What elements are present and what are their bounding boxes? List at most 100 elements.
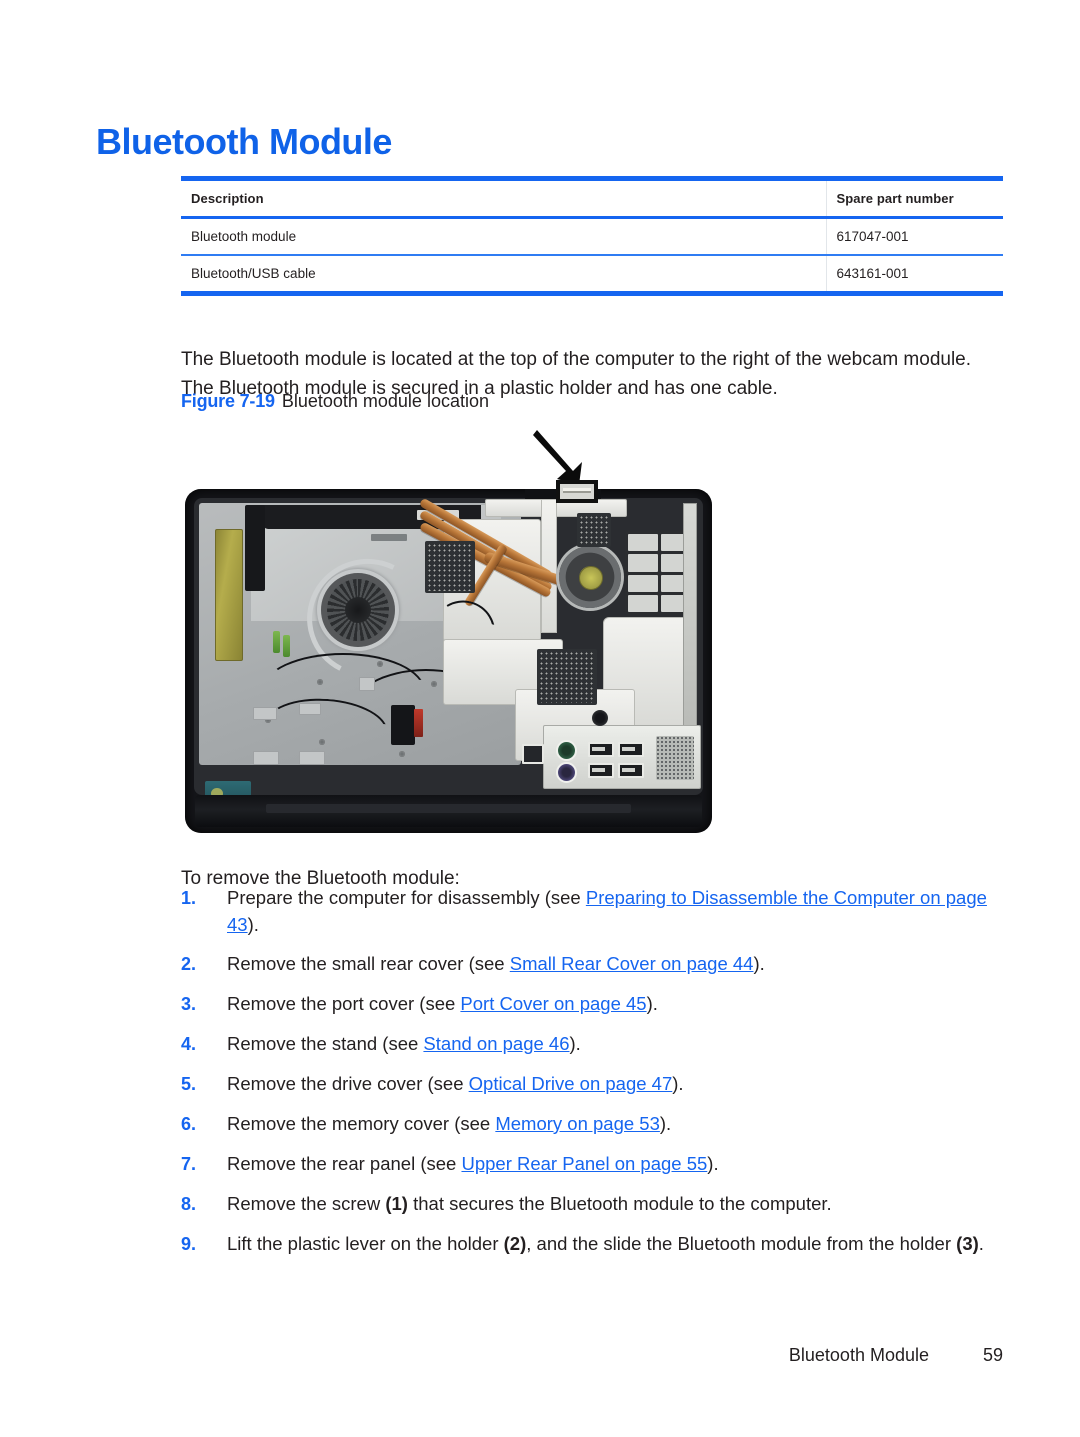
plate-pad xyxy=(299,751,325,765)
step-text-suffix: ). xyxy=(247,914,259,935)
step-text-suffix: ). xyxy=(659,1113,672,1134)
step-text-prefix: Remove the memory cover (see xyxy=(227,1113,496,1134)
callout-reference: (2) xyxy=(503,1233,527,1254)
procedure-steps-list: 1. Prepare the computer for disassembly … xyxy=(181,884,996,1270)
step-text-suffix: ). xyxy=(672,1073,684,1094)
io-port-panel xyxy=(522,710,701,789)
usb-port xyxy=(588,742,614,757)
step-number: 6. xyxy=(181,1114,197,1134)
audio-out-jack xyxy=(556,740,577,761)
step-text: Remove the stand (see Stand on page 46). xyxy=(227,1030,996,1057)
figure-caption: Figure 7-19 Bluetooth module location xyxy=(181,391,489,412)
step-text: Remove the port cover (see Port Cover on… xyxy=(227,990,996,1017)
step-text-prefix: Remove the drive cover (see xyxy=(227,1073,469,1094)
cross-reference-link[interactable]: Optical Drive on page 47 xyxy=(469,1073,673,1094)
table-row: Bluetooth module 617047-001 xyxy=(181,217,1003,256)
chassis-bottom-rail xyxy=(195,795,702,827)
cross-reference-link[interactable]: Stand on page 46 xyxy=(423,1033,569,1054)
document-page: Bluetooth Module Description Spare part … xyxy=(0,0,1080,1437)
cell-spare-part-number: 643161-001 xyxy=(825,255,1003,296)
step-text-mid: , and the slide the Bluetooth module fro… xyxy=(526,1233,957,1254)
step-text-suffix: . xyxy=(978,1233,984,1254)
step-text-prefix: Remove the small rear cover (see xyxy=(227,953,510,974)
screw-hole xyxy=(319,739,325,745)
screw-hole xyxy=(317,679,323,685)
list-item: 1. Prepare the computer for disassembly … xyxy=(181,884,996,938)
plate-pad xyxy=(253,751,279,765)
page-footer: Bluetooth Module 59 xyxy=(0,1345,1003,1366)
step-text-suffix: ). xyxy=(646,993,658,1014)
cell-spare-part-number: 617047-001 xyxy=(825,217,1003,256)
figure-image-bluetooth-module-location xyxy=(185,430,712,833)
spare-parts-table: Description Spare part number Bluetooth … xyxy=(181,176,1003,296)
step-text: Remove the small rear cover (see Small R… xyxy=(227,950,996,977)
step-number: 3. xyxy=(181,994,197,1014)
step-number: 5. xyxy=(181,1074,197,1094)
secondary-fan-hub xyxy=(579,566,603,590)
list-item: 6. Remove the memory cover (see Memory o… xyxy=(181,1110,996,1138)
table-header-row: Description Spare part number xyxy=(181,176,1003,219)
cell-description: Bluetooth/USB cable xyxy=(181,255,826,296)
plate-pad xyxy=(359,677,375,691)
step-text-mid: that secures the Bluetooth module to the… xyxy=(407,1193,832,1214)
step-text-suffix: ). xyxy=(707,1153,719,1174)
step-number: 2. xyxy=(181,954,197,974)
circuit-board xyxy=(577,513,611,547)
yellow-cell-component xyxy=(215,529,243,661)
circuit-board xyxy=(537,649,597,705)
step-text-prefix: Prepare the computer for disassembly (se… xyxy=(227,887,586,908)
step-text: Prepare the computer for disassembly (se… xyxy=(227,884,996,938)
footer-section-title: Bluetooth Module xyxy=(788,1345,929,1365)
list-item: 7. Remove the rear panel (see Upper Rear… xyxy=(181,1150,996,1178)
list-item: 3. Remove the port cover (see Port Cover… xyxy=(181,990,996,1018)
callout-reference: (1) xyxy=(385,1193,408,1214)
cell-description: Bluetooth module xyxy=(181,217,826,256)
secondary-cooling-fan xyxy=(559,546,621,608)
round-port xyxy=(592,710,608,726)
step-number: 1. xyxy=(181,888,197,908)
callout-reference: (3) xyxy=(956,1233,979,1254)
step-text-prefix: Remove the stand (see xyxy=(227,1033,424,1054)
green-capacitor xyxy=(273,631,280,653)
figure-label: Figure 7-19 xyxy=(181,391,275,411)
audio-in-jack xyxy=(556,762,577,783)
step-text-prefix: Remove the rear panel (see xyxy=(227,1153,462,1174)
step-number: 7. xyxy=(181,1154,197,1174)
step-text: Remove the memory cover (see Memory on p… xyxy=(227,1110,996,1137)
plate-label xyxy=(371,534,407,541)
column-header-description: Description xyxy=(181,176,826,219)
list-item: 4. Remove the stand (see Stand on page 4… xyxy=(181,1030,996,1058)
screw-hole xyxy=(431,681,437,687)
step-text: Remove the drive cover (see Optical Driv… xyxy=(227,1070,996,1097)
speaker-grille xyxy=(656,736,694,780)
plate-pad xyxy=(299,703,321,715)
cross-reference-link[interactable]: Small Rear Cover on page 44 xyxy=(510,953,754,974)
cross-reference-link[interactable]: Upper Rear Panel on page 55 xyxy=(461,1153,707,1174)
list-item: 2. Remove the small rear cover (see Smal… xyxy=(181,950,996,978)
column-header-spare-part-number: Spare part number xyxy=(825,176,1003,219)
screw-hole xyxy=(377,661,383,667)
step-text: Lift the plastic lever on the holder (2)… xyxy=(227,1230,996,1257)
list-item: 9. Lift the plastic lever on the holder … xyxy=(181,1230,996,1258)
usb-port xyxy=(618,742,644,757)
list-item: 5. Remove the drive cover (see Optical D… xyxy=(181,1070,996,1098)
power-connector xyxy=(391,705,423,745)
step-text-suffix: ). xyxy=(569,1033,581,1054)
usb-port xyxy=(588,763,614,778)
step-text: Remove the rear panel (see Upper Rear Pa… xyxy=(227,1150,996,1177)
plate-pad xyxy=(253,707,277,720)
ethernet-port xyxy=(522,744,544,764)
cross-reference-link[interactable]: Memory on page 53 xyxy=(495,1113,660,1134)
left-dark-panel xyxy=(245,505,265,591)
usb-port xyxy=(618,763,644,778)
cross-reference-link[interactable]: Port Cover on page 45 xyxy=(460,993,646,1014)
computer-chassis xyxy=(185,489,712,833)
bluetooth-module-highlight-box xyxy=(556,480,598,503)
step-number: 9. xyxy=(181,1234,197,1254)
screw-hole xyxy=(399,751,405,757)
step-number: 4. xyxy=(181,1034,197,1054)
step-text-prefix: Remove the port cover (see xyxy=(227,993,461,1014)
figure-description: Bluetooth module location xyxy=(281,391,489,411)
step-text-suffix: ). xyxy=(753,953,765,974)
step-text: Remove the screw (1) that secures the Bl… xyxy=(227,1190,996,1217)
